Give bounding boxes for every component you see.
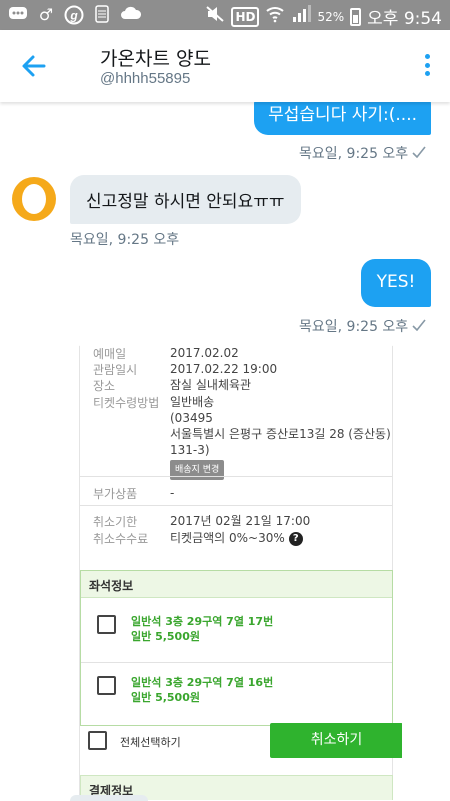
message-bubble-outgoing[interactable]: YES! xyxy=(361,259,431,307)
checkmark-icon xyxy=(412,319,426,331)
overflow-menu-icon[interactable] xyxy=(424,54,430,76)
image-attachment[interactable]: 예매일 2017.02.02 관람일시 2017.02.22 19:00 장소 … xyxy=(70,345,402,800)
seat-checkbox[interactable] xyxy=(97,676,116,695)
message-bubble-incoming[interactable]: 신고정말 하시면 안되요ㅠㅠ xyxy=(70,175,301,224)
next-message-peek xyxy=(70,795,148,801)
status-bar: ♂ g HD 52% 오후 9:54 xyxy=(0,0,450,30)
select-all-label[interactable]: 전체선택하기 xyxy=(120,734,181,750)
divider xyxy=(80,476,392,477)
chat-icon xyxy=(8,5,28,25)
g-icon: g xyxy=(64,5,84,25)
seat-row: 일반석 3층 29구역 7열 17번 일반 5,500원 xyxy=(81,599,392,661)
seat-row: 일반석 3층 29구역 7열 16번 일반 5,500원 xyxy=(81,663,392,725)
sim-icon xyxy=(92,5,112,25)
conversation-header: 가온차트 양도 @hhhh55895 xyxy=(0,30,450,102)
message-timestamp: 목요일, 9:25 오후 xyxy=(299,146,409,162)
battery-level: 52% xyxy=(317,9,345,24)
ticket-details: 예매일 2017.02.02 관람일시 2017.02.22 19:00 장소 … xyxy=(79,345,402,800)
divider xyxy=(80,505,392,506)
male-icon: ♂ xyxy=(38,5,54,24)
help-icon[interactable]: ? xyxy=(288,531,303,546)
conversation-title: 가온차트 양도 xyxy=(100,48,211,70)
message-timestamp: 목요일, 9:25 오후 xyxy=(70,232,180,248)
seat-checkbox[interactable] xyxy=(97,615,116,634)
wifi-icon xyxy=(265,5,285,28)
checkmark-icon xyxy=(412,146,426,158)
seat-info-header: 좌석정보 xyxy=(81,571,392,598)
back-arrow-icon[interactable] xyxy=(18,50,50,82)
select-all-checkbox[interactable] xyxy=(88,731,107,750)
cancel-ticket-button[interactable]: 취소하기 xyxy=(270,723,402,758)
seat-info-section: 좌석정보 일반석 3층 29구역 7열 17번 일반 5,500원 일반석 3층… xyxy=(80,570,393,726)
signal-icon xyxy=(291,5,312,28)
clock: 오후 9:54 xyxy=(367,9,442,29)
svg-text:g: g xyxy=(69,9,78,23)
avatar[interactable] xyxy=(12,177,56,221)
battery-icon xyxy=(350,7,362,26)
mute-icon xyxy=(205,5,225,28)
change-address-button[interactable]: 배송지 변경 xyxy=(170,460,225,480)
cloud-icon xyxy=(120,5,142,25)
hd-icon: HD xyxy=(231,6,260,27)
conversation-handle: @hhhh55895 xyxy=(100,70,191,87)
message-timestamp: 목요일, 9:25 오후 xyxy=(299,319,409,335)
